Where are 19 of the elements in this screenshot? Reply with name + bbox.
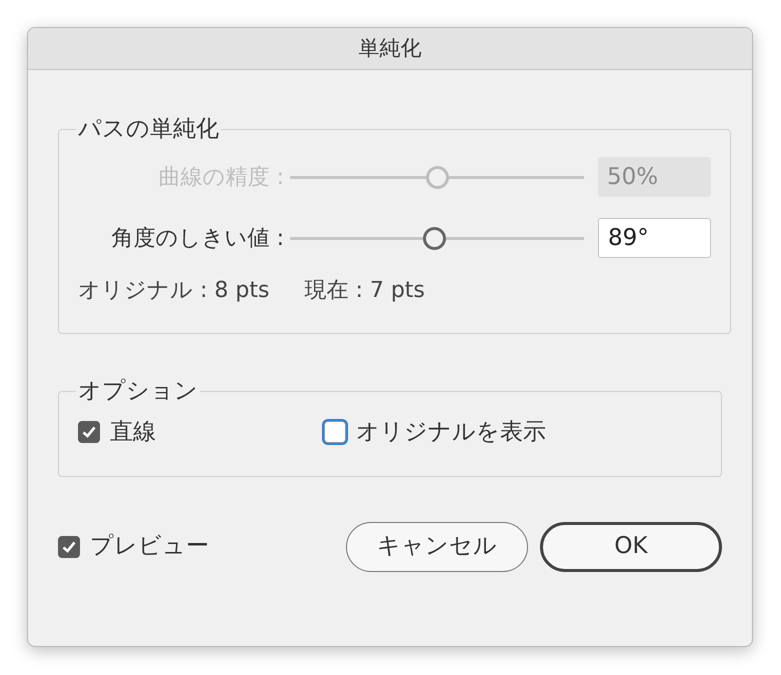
slider-thumb[interactable] (423, 226, 446, 250)
checkmark-icon (82, 426, 96, 438)
slider-track[interactable] (290, 166, 584, 188)
checkbox[interactable] (78, 421, 100, 444)
checkbox-label: 直線 (110, 418, 156, 447)
checkbox-label: オリジナルを表示 (356, 418, 546, 447)
checkbox-label: プレビュー (90, 532, 209, 562)
current-count: 現在 : 7 pts (304, 277, 425, 305)
slider-track[interactable] (290, 226, 584, 250)
window-title: 単純化 (358, 34, 422, 62)
group-title: オプション (77, 380, 199, 403)
group-title: パスの単純化 (77, 118, 220, 141)
original-count: オリジナル : 8 pts (78, 277, 270, 305)
checkbox[interactable] (58, 536, 80, 558)
value-field[interactable]: 89° (598, 218, 711, 258)
slider-label: 角度のしきい値 : (110, 224, 284, 252)
dialog-button[interactable]: OK (540, 522, 722, 572)
dialog-button[interactable]: キャンセル (346, 522, 528, 572)
checkmark-icon (62, 540, 76, 552)
